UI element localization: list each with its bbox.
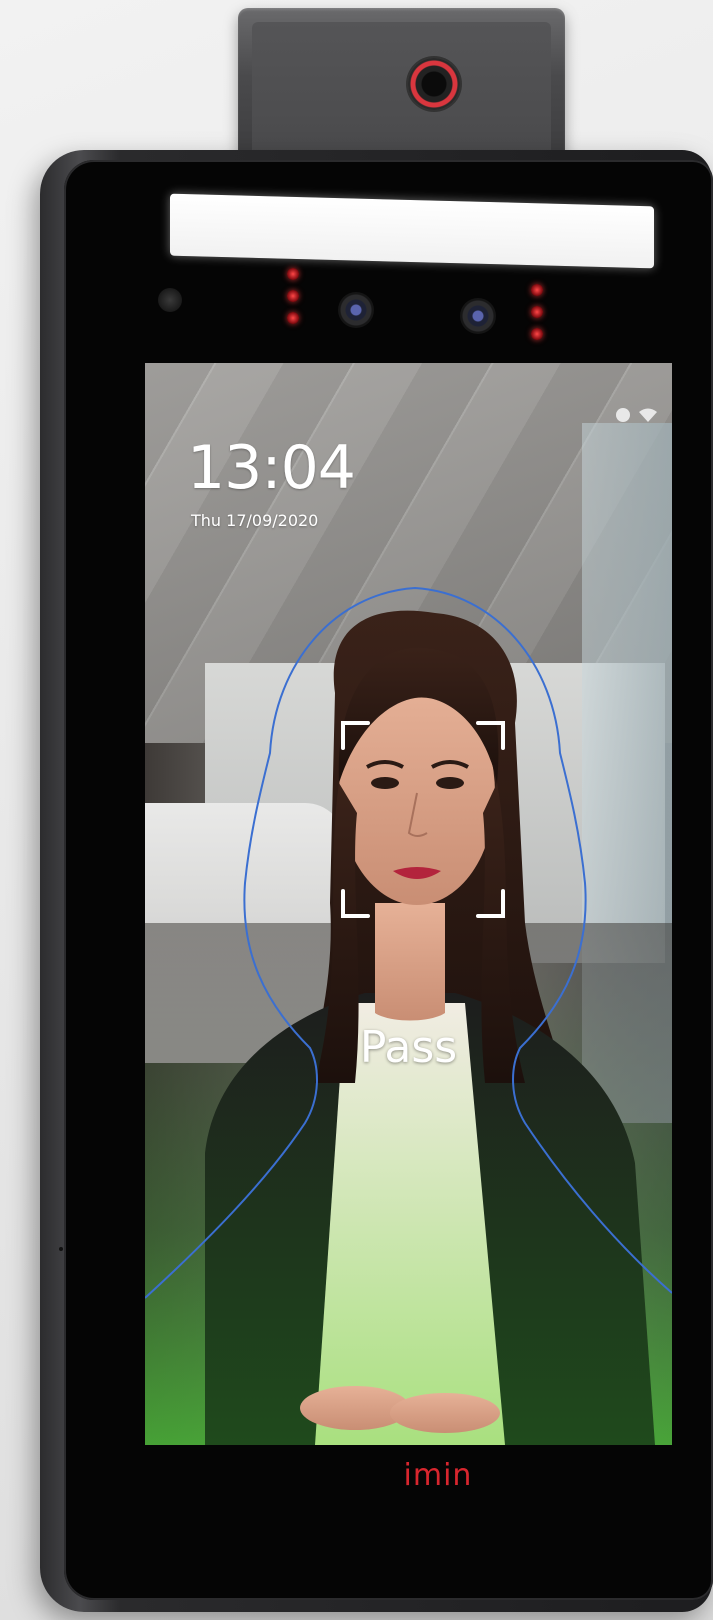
frame-corner-tl [341,721,370,750]
face-guide-outline [145,586,672,1299]
microphone-hole [59,1247,63,1251]
frame-corner-bl [341,889,370,918]
ir-led-group-right [531,284,545,340]
thermal-lens-icon [408,58,460,110]
fill-light-bar [170,193,654,269]
ambient-sensor-icon [158,288,182,312]
status-bar [616,407,658,423]
face-camera-right-icon [460,298,496,334]
ir-led-icon [531,306,543,318]
face-detect-frame [341,721,505,918]
status-dot-icon [616,408,630,422]
clock-date: Thu 17/09/2020 [191,511,319,530]
display-screen: 13:04 Thu 17/09/2020 Pass [145,363,672,1445]
brand-logo: imin [403,1458,473,1493]
wifi-icon [639,408,657,422]
ir-led-icon [531,328,543,340]
face-camera-left-icon [338,292,374,328]
frame-corner-tr [476,721,505,750]
ir-led-icon [531,284,543,296]
ir-led-icon [287,312,299,324]
verification-result: Pass [359,1022,458,1073]
frame-corner-br [476,889,505,918]
ir-led-icon [287,290,299,302]
ir-led-group-left [287,268,301,324]
ir-led-icon [287,268,299,280]
clock-time: 13:04 [187,433,356,503]
